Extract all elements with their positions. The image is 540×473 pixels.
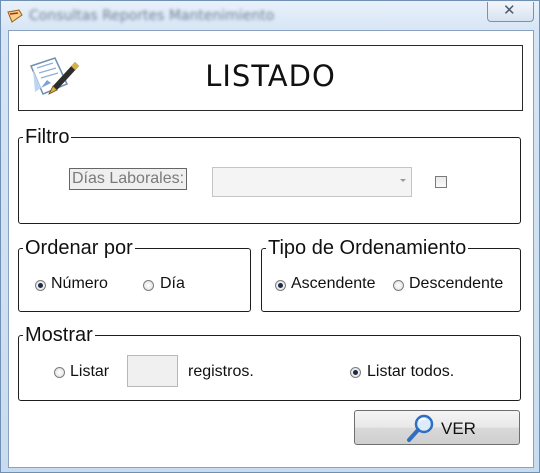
header-panel: LISTADO: [18, 45, 523, 111]
app-icon: [7, 9, 23, 23]
mostrar-legend: Mostrar: [23, 324, 95, 346]
mostrar-group: Mostrar Listar registros. Listar todos.: [18, 324, 521, 401]
ordenar-group: Ordenar por Número Día: [18, 237, 251, 312]
close-button[interactable]: ✕: [487, 1, 534, 22]
radio-descendente-label[interactable]: Descendente: [409, 275, 503, 293]
radio-listar-label[interactable]: Listar: [70, 363, 109, 381]
dias-laborales-label: Días Laborales:: [69, 168, 188, 190]
radio-dia-label[interactable]: Día: [160, 275, 185, 293]
magnifier-icon: [407, 414, 434, 442]
ver-button[interactable]: VER: [354, 410, 520, 445]
close-icon: ✕: [503, 1, 516, 19]
ordenar-legend: Ordenar por: [23, 237, 135, 259]
radio-listar[interactable]: [54, 367, 65, 378]
radio-listar-todos-label[interactable]: Listar todos.: [367, 363, 454, 381]
form-client-area: LISTADO Filtro Días Laborales: Ordenar p…: [8, 30, 534, 468]
filtro-group: Filtro Días Laborales:: [18, 126, 521, 224]
radio-dia[interactable]: [143, 280, 154, 291]
registros-input[interactable]: [127, 355, 178, 387]
radio-descendente[interactable]: [393, 280, 404, 291]
radio-listar-todos[interactable]: [350, 367, 361, 378]
tipo-group: Tipo de Ordenamiento Ascendente Descende…: [261, 237, 521, 312]
ver-label: VER: [441, 419, 476, 438]
radio-numero-label[interactable]: Número: [51, 275, 108, 293]
chevron-down-icon: [400, 179, 406, 182]
dias-laborales-combo[interactable]: [212, 167, 412, 197]
filtro-legend: Filtro: [23, 126, 72, 148]
main-window: Consultas Reportes Mantenimiento ✕ LISTA…: [0, 0, 540, 473]
page-title: LISTADO: [205, 59, 336, 93]
radio-ascendente[interactable]: [275, 280, 286, 291]
filtro-checkbox[interactable]: [435, 176, 447, 188]
radio-ascendente-label[interactable]: Ascendente: [291, 275, 376, 293]
tipo-legend: Tipo de Ordenamiento: [266, 237, 469, 259]
radio-numero[interactable]: [35, 280, 46, 291]
registros-label: registros.: [188, 363, 254, 380]
title-bar: Consultas Reportes Mantenimiento ✕: [1, 1, 539, 31]
window-title: Consultas Reportes Mantenimiento: [29, 8, 275, 24]
